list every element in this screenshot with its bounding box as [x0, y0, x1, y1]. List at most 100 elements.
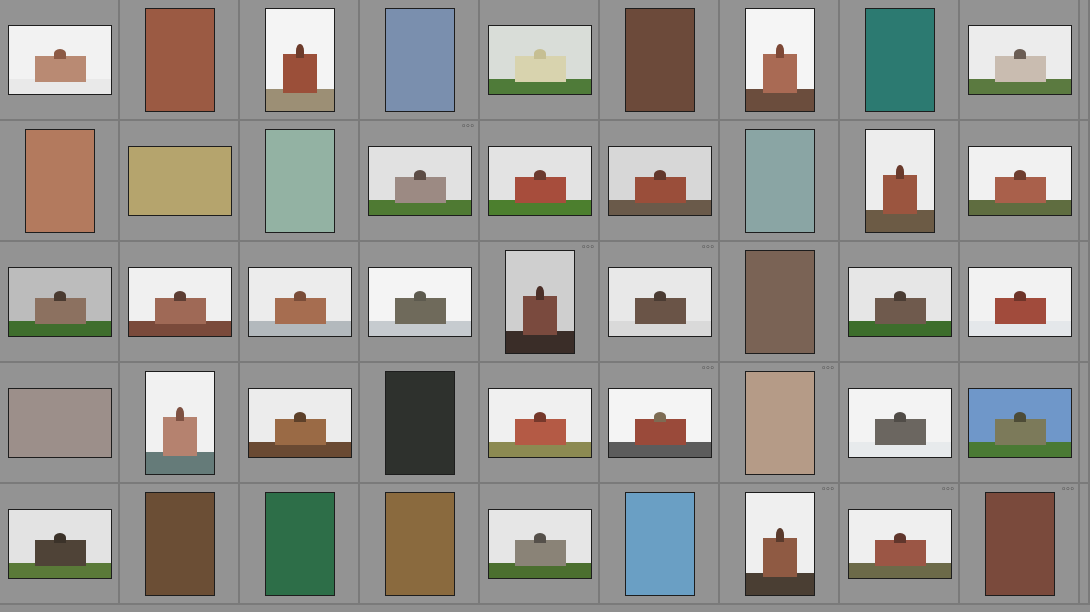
photo-thumbnail[interactable]	[608, 146, 712, 216]
grid-cell[interactable]	[0, 121, 120, 242]
grid-cell[interactable]	[600, 121, 720, 242]
grid-cell[interactable]	[720, 242, 840, 363]
grid-cell[interactable]	[600, 484, 720, 605]
photo-thumbnail[interactable]	[505, 250, 575, 354]
photo-thumbnail[interactable]	[8, 25, 112, 95]
grid-cell[interactable]: ◦◦◦	[720, 484, 840, 605]
photo-thumbnail[interactable]	[488, 509, 592, 579]
grid-cell[interactable]	[840, 0, 960, 121]
grid-cell[interactable]	[600, 0, 720, 121]
grid-cell[interactable]	[960, 363, 1080, 484]
photo-thumbnail[interactable]	[488, 146, 592, 216]
photo-thumbnail[interactable]	[248, 388, 352, 458]
badge-icon[interactable]: ◦◦◦	[1061, 486, 1075, 495]
photo-thumbnail[interactable]	[488, 388, 592, 458]
photo-thumbnail[interactable]	[745, 8, 815, 112]
photo-thumbnail[interactable]	[848, 509, 952, 579]
grid-cell[interactable]	[240, 121, 360, 242]
grid-cell[interactable]	[840, 242, 960, 363]
grid-cell[interactable]	[840, 121, 960, 242]
photo-thumbnail[interactable]	[145, 492, 215, 596]
grid-cell[interactable]	[240, 484, 360, 605]
badge-icon[interactable]: ◦◦◦	[701, 244, 715, 253]
grid-cell[interactable]	[720, 121, 840, 242]
grid-cell[interactable]	[360, 242, 480, 363]
grid-cell[interactable]	[0, 242, 120, 363]
row-filler	[1080, 363, 1090, 484]
photo-thumbnail[interactable]	[265, 129, 335, 233]
photo-thumbnail[interactable]	[745, 250, 815, 354]
grid-cell[interactable]	[960, 121, 1080, 242]
grid-cell[interactable]	[240, 242, 360, 363]
photo-thumbnail[interactable]	[385, 371, 455, 475]
grid-cell[interactable]: ◦◦◦	[360, 121, 480, 242]
grid-cell[interactable]	[0, 484, 120, 605]
badge-icon[interactable]: ◦◦◦	[701, 365, 715, 374]
photo-thumbnail[interactable]	[865, 129, 935, 233]
photo-thumbnail[interactable]	[8, 388, 112, 458]
badge-icon[interactable]: ◦◦◦	[461, 123, 475, 132]
photo-thumbnail[interactable]	[968, 267, 1072, 337]
badge-icon[interactable]: ◦◦◦	[581, 244, 595, 253]
grid-cell[interactable]	[120, 121, 240, 242]
photo-thumbnail[interactable]	[968, 25, 1072, 95]
photo-thumbnail[interactable]	[265, 492, 335, 596]
grid-cell[interactable]	[960, 0, 1080, 121]
grid-cell[interactable]	[840, 363, 960, 484]
grid-cell[interactable]: ◦◦◦	[960, 484, 1080, 605]
grid-cell[interactable]	[480, 121, 600, 242]
photo-thumbnail[interactable]	[265, 8, 335, 112]
photo-thumbnail[interactable]	[8, 267, 112, 337]
photo-thumbnail[interactable]	[385, 8, 455, 112]
grid-cell[interactable]	[480, 484, 600, 605]
photo-thumbnail[interactable]	[368, 267, 472, 337]
photo-thumbnail[interactable]	[625, 8, 695, 112]
grid-cell[interactable]	[480, 363, 600, 484]
badge-icon[interactable]: ◦◦◦	[821, 365, 835, 374]
photo-thumbnail[interactable]	[145, 8, 215, 112]
photo-thumbnail[interactable]	[145, 371, 215, 475]
photo-thumbnail[interactable]	[608, 267, 712, 337]
grid-cell[interactable]	[120, 363, 240, 484]
badge-icon[interactable]: ◦◦◦	[821, 486, 835, 495]
photo-thumbnail[interactable]	[128, 146, 232, 216]
grid-cell[interactable]	[0, 0, 120, 121]
photo-thumbnail[interactable]	[25, 129, 95, 233]
photo-thumbnail[interactable]	[248, 267, 352, 337]
grid-cell[interactable]	[360, 484, 480, 605]
photo-thumbnail[interactable]	[608, 388, 712, 458]
photo-thumbnail[interactable]	[385, 492, 455, 596]
photo-thumbnail[interactable]	[745, 492, 815, 596]
photo-thumbnail[interactable]	[745, 129, 815, 233]
photo-thumbnail[interactable]	[488, 25, 592, 95]
grid-cell[interactable]	[0, 363, 120, 484]
grid-cell[interactable]	[120, 242, 240, 363]
grid-cell[interactable]: ◦◦◦	[840, 484, 960, 605]
photo-thumbnail[interactable]	[968, 388, 1072, 458]
grid-cell[interactable]	[360, 363, 480, 484]
grid-cell[interactable]	[120, 484, 240, 605]
photo-thumbnail[interactable]	[8, 509, 112, 579]
grid-cell[interactable]	[240, 363, 360, 484]
grid-cell[interactable]	[360, 0, 480, 121]
grid-cell[interactable]: ◦◦◦	[480, 242, 600, 363]
grid-cell[interactable]	[960, 242, 1080, 363]
photo-thumbnail[interactable]	[848, 388, 952, 458]
grid-cell[interactable]	[120, 0, 240, 121]
grid-cell[interactable]	[240, 0, 360, 121]
grid-cell[interactable]	[480, 0, 600, 121]
badge-icon[interactable]: ◦◦◦	[941, 486, 955, 495]
photo-thumbnail[interactable]	[865, 8, 935, 112]
row-filler	[1080, 121, 1090, 242]
photo-thumbnail[interactable]	[745, 371, 815, 475]
photo-thumbnail[interactable]	[968, 146, 1072, 216]
grid-cell[interactable]: ◦◦◦	[600, 363, 720, 484]
photo-thumbnail[interactable]	[625, 492, 695, 596]
grid-cell[interactable]: ◦◦◦	[600, 242, 720, 363]
grid-cell[interactable]: ◦◦◦	[720, 363, 840, 484]
photo-thumbnail[interactable]	[848, 267, 952, 337]
photo-thumbnail[interactable]	[368, 146, 472, 216]
grid-cell[interactable]	[720, 0, 840, 121]
photo-thumbnail[interactable]	[128, 267, 232, 337]
photo-thumbnail[interactable]	[985, 492, 1055, 596]
